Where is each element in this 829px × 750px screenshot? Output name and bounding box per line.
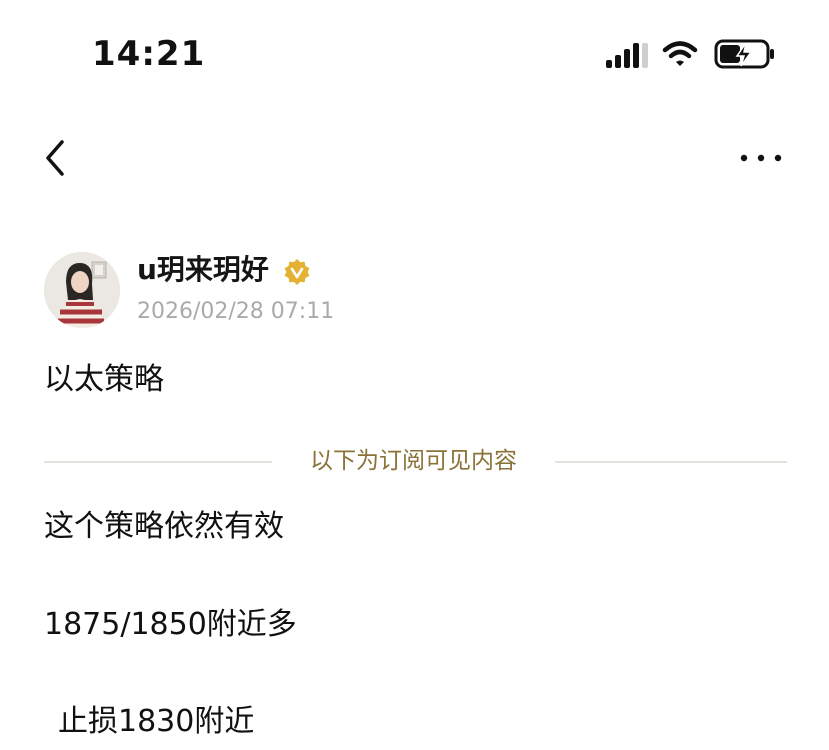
- author-name[interactable]: u玥来玥好: [137, 252, 269, 288]
- wifi-icon: [662, 41, 698, 66]
- battery-charging-icon: [714, 39, 774, 69]
- subscriber-content-divider: 以下为订阅可见内容: [310, 448, 517, 474]
- status-time: 14:21: [92, 34, 206, 74]
- chevron-left-icon: [46, 140, 64, 176]
- avatar-image: [44, 252, 120, 328]
- post-title: 以太策略: [44, 362, 164, 397]
- avatar[interactable]: [44, 252, 120, 328]
- post-paragraph: 1875/1850附近多: [44, 607, 297, 642]
- ellipsis-icon: [740, 154, 782, 162]
- more-options-button[interactable]: [734, 146, 788, 170]
- post-paragraph: 止损1830附近: [58, 704, 255, 739]
- post-timestamp: 2026/02/28 07:11: [137, 299, 335, 324]
- divider-line-right: [555, 461, 787, 463]
- back-button[interactable]: [36, 136, 76, 180]
- signal-icon: [606, 43, 648, 68]
- verified-badge-icon: [284, 259, 310, 285]
- post-paragraph: 这个策略依然有效: [44, 509, 284, 544]
- divider-line-left: [44, 461, 272, 463]
